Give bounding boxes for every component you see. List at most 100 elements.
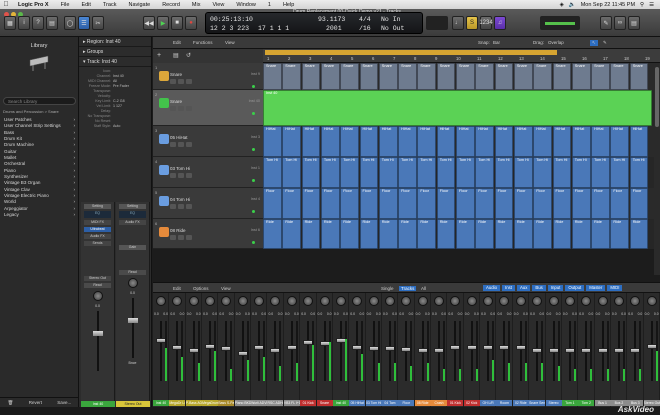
mixer-filter-button[interactable]: Aux [516, 285, 531, 291]
audio-region[interactable]: Snare [340, 63, 359, 90]
pan-knob[interactable] [613, 296, 624, 306]
audio-region[interactable]: Snare [533, 63, 552, 90]
audio-region[interactable]: Floor [591, 188, 610, 219]
audio-region[interactable]: Floor [494, 188, 514, 219]
audio-region[interactable]: Floor [263, 188, 282, 219]
pan-knob[interactable] [221, 296, 232, 306]
audio-region[interactable]: Floor [359, 188, 379, 219]
mixer-filter-button[interactable]: Bus [532, 285, 546, 291]
record-enable-button[interactable] [186, 106, 192, 111]
mixer-filter-button[interactable]: Audio [483, 285, 500, 291]
editors-button[interactable]: ✂ [92, 16, 104, 30]
audio-region[interactable]: Ride [571, 219, 591, 249]
midi-fx-slot[interactable]: MIDI FX [84, 220, 111, 225]
audio-region[interactable]: HiHat [359, 126, 379, 157]
audio-region[interactable]: Floor [571, 188, 591, 219]
menu-help[interactable]: Help [277, 2, 300, 8]
audio-region[interactable]: Snare [610, 63, 630, 90]
audio-region[interactable]: HiHat [475, 126, 495, 157]
audio-region[interactable]: Ride [494, 219, 514, 249]
menu-mix[interactable]: Mix [186, 2, 207, 8]
volume-fader[interactable] [160, 321, 162, 381]
menu-view[interactable]: View [206, 2, 230, 8]
mute-button[interactable] [170, 106, 176, 111]
spotlight-icon[interactable]: ⚲ [640, 2, 644, 8]
toolbar-button[interactable]: ▤ [46, 16, 58, 30]
play-button[interactable]: ▶ [157, 16, 169, 30]
audio-region[interactable]: Ride [533, 219, 552, 249]
audio-fx-slot-right[interactable]: Audio FX [119, 220, 146, 225]
audio-region[interactable]: HiHat [263, 126, 282, 157]
snap-select[interactable]: Bar [493, 40, 500, 45]
pan-knob[interactable] [254, 296, 265, 306]
eq-display-right[interactable]: EQ [119, 211, 146, 218]
groups-header[interactable]: ▸ Groups [79, 47, 151, 57]
pan-knob[interactable] [319, 296, 330, 306]
audio-region[interactable]: Snare [417, 63, 437, 90]
add-track-button[interactable]: + [157, 52, 161, 59]
cycle-region[interactable] [265, 50, 557, 55]
pan-knob[interactable] [401, 296, 412, 306]
setting-button[interactable]: Setting [84, 204, 111, 209]
global-tracks-button[interactable]: ▤ [173, 52, 179, 59]
audio-region[interactable]: Floor [533, 188, 552, 219]
record-enable-button[interactable] [186, 79, 192, 84]
audio-region[interactable]: Ride [398, 219, 417, 249]
audio-region[interactable]: Ride [629, 219, 649, 249]
menu-navigate[interactable]: Navigate [122, 2, 156, 8]
mixer-options-menu[interactable]: Options [193, 286, 209, 291]
record-enable-button[interactable] [186, 204, 192, 209]
pan-knob[interactable] [172, 296, 183, 306]
audio-region[interactable]: Floor [456, 188, 475, 219]
pan-knob[interactable] [156, 296, 166, 306]
audio-region[interactable]: Snare [494, 63, 514, 90]
audio-region[interactable]: HiHat [417, 126, 437, 157]
solo-button[interactable] [178, 106, 184, 111]
pan-knob[interactable] [466, 296, 477, 306]
audio-region[interactable]: Ride [301, 219, 321, 249]
audio-region[interactable]: Snare [629, 63, 649, 90]
volume-fader[interactable] [454, 321, 457, 381]
pan-knob[interactable] [597, 296, 608, 306]
audio-region[interactable]: HiHat [378, 126, 398, 157]
record-enable-button[interactable] [186, 235, 192, 240]
loop-browser-button[interactable]: ∞ [614, 16, 626, 30]
inspector-button[interactable]: i [18, 16, 30, 30]
audio-region[interactable]: Floor [513, 188, 533, 219]
audio-region[interactable]: Ride [417, 219, 437, 249]
region-inspector-header[interactable]: ▸ Region: Inst 40 [79, 37, 151, 47]
library-item[interactable]: Legacy › [0, 212, 79, 218]
audio-region[interactable]: Floor [436, 188, 456, 219]
audio-region[interactable]: Snare [359, 63, 379, 90]
audio-region[interactable]: HiHat [591, 126, 610, 157]
audio-region[interactable]: Tom Hi [378, 157, 398, 188]
volume-fader[interactable] [323, 321, 326, 381]
wifi-icon[interactable]: ◈ [560, 2, 564, 8]
audio-region[interactable]: Floor [475, 188, 495, 219]
audio-region[interactable]: Snare [320, 63, 340, 90]
pan-knob[interactable] [564, 296, 575, 306]
audio-region[interactable]: Tom Hi [301, 157, 321, 188]
mute-button[interactable] [170, 173, 176, 178]
volume-fader[interactable] [290, 321, 293, 381]
track-header[interactable]: 2 Snare Inst 40 [153, 90, 263, 126]
volume-fader[interactable] [92, 311, 103, 371]
count-in-button[interactable]: 1234 [479, 16, 493, 30]
volume-fader[interactable] [356, 321, 359, 381]
volume-fader[interactable] [209, 321, 212, 381]
menu-file[interactable]: File [55, 2, 76, 8]
delete-icon[interactable]: 🗑 [8, 400, 14, 406]
pan-knob[interactable] [368, 296, 379, 306]
view-menu[interactable]: View [225, 40, 235, 45]
audio-region[interactable]: HiHat [436, 126, 456, 157]
gain-slot[interactable]: Gain [119, 245, 146, 250]
audio-region[interactable]: Floor [282, 188, 302, 219]
metronome-button[interactable]: ♫ [494, 16, 506, 30]
mute-button[interactable] [170, 204, 176, 209]
audio-region[interactable]: Ride [552, 219, 572, 249]
audio-region[interactable]: Tom Hi [571, 157, 591, 188]
volume-fader[interactable] [650, 321, 653, 381]
mixer-filter-button[interactable]: Input [547, 285, 564, 291]
audio-region[interactable]: Ride [436, 219, 456, 249]
functions-menu[interactable]: Functions [193, 40, 213, 45]
